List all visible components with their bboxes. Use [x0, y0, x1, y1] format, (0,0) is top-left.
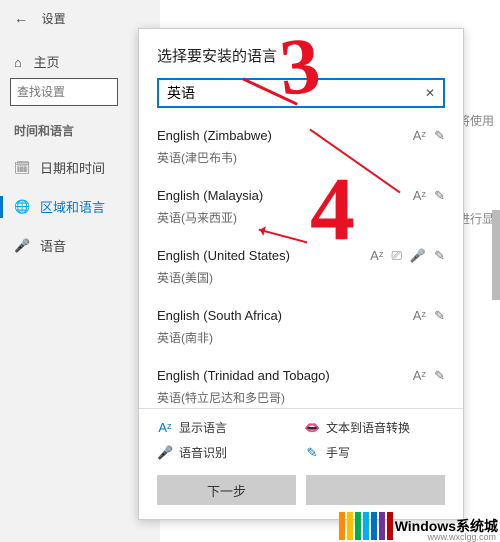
- dialog-search-box[interactable]: ✕: [157, 78, 445, 108]
- lang-name-en: English (Trinidad and Tobago): [157, 368, 445, 383]
- mic-icon: 🎤: [410, 248, 426, 264]
- language-item[interactable]: English (Zimbabwe) 英语(津巴布韦) Aᶻ ✎: [157, 118, 445, 178]
- feature-label: 显示语言: [179, 419, 227, 436]
- ime-icon: ✎: [434, 188, 445, 204]
- lang-name-zh: 英语(津巴布韦): [157, 149, 445, 166]
- lang-name-en: English (South Africa): [157, 308, 445, 323]
- ime-icon: ✎: [434, 308, 445, 324]
- tts-icon: Aᶻ: [413, 188, 426, 204]
- dialog-title: 选择要安装的语言: [139, 29, 463, 78]
- dialog-search-input[interactable]: [167, 85, 425, 101]
- feature-icon: 🎤: [157, 445, 173, 461]
- feature-legend: 🎤 语音识别: [157, 444, 298, 461]
- nav-label: 日期和时间: [40, 158, 105, 177]
- language-item[interactable]: English (Malaysia) 英语(马来西亚) Aᶻ ✎: [157, 178, 445, 238]
- feature-label: 文本到语音转换: [326, 419, 410, 436]
- ime-icon: ✎: [434, 248, 445, 264]
- tts-icon: Aᶻ: [413, 368, 426, 384]
- cancel-button[interactable]: [306, 475, 445, 505]
- feature-legend: Aᶻ 显示语言: [157, 419, 298, 436]
- language-dialog: 选择要安装的语言 ✕ English (Zimbabwe) 英语(津巴布韦) Aᶻ ✎…: [138, 28, 464, 520]
- nav-icon: 🎤: [14, 238, 30, 254]
- tts-icon: Aᶻ: [370, 248, 383, 264]
- nav-label: 区域和语言: [40, 197, 105, 216]
- tts-icon: Aᶻ: [413, 308, 426, 324]
- next-button[interactable]: 下一步: [157, 475, 296, 505]
- clear-icon[interactable]: ✕: [425, 86, 435, 100]
- home-icon: ⌂: [14, 55, 22, 70]
- ime-icon: ✎: [434, 368, 445, 384]
- watermark-url: www.wxclgg.com: [427, 532, 496, 542]
- nav-item[interactable]: 🗓 日期和时间: [0, 148, 120, 187]
- feature-legend: 👄 文本到语音转换: [304, 419, 445, 436]
- feature-icon: ✎: [304, 445, 320, 461]
- scrollbar[interactable]: [492, 210, 500, 300]
- back-button[interactable]: ←: [14, 10, 28, 26]
- feature-icon: Aᶻ: [157, 420, 173, 435]
- language-item[interactable]: English (South Africa) 英语(南非) Aᶻ ✎: [157, 298, 445, 358]
- lang-name-zh: 英语(马来西亚): [157, 209, 445, 226]
- search-box[interactable]: [10, 78, 118, 106]
- home-link[interactable]: ⌂ 主页: [14, 52, 60, 71]
- lang-name-en: English (Malaysia): [157, 188, 445, 203]
- lang-name-zh: 英语(美国): [157, 269, 445, 286]
- nav-item[interactable]: 🎤 语音: [0, 226, 120, 265]
- ime-icon: ✎: [434, 128, 445, 144]
- lang-name-zh: 英语(南非): [157, 329, 445, 346]
- lang-name-en: English (Zimbabwe): [157, 128, 445, 143]
- tts-icon: Aᶻ: [413, 128, 426, 144]
- feature-label: 手写: [326, 444, 350, 461]
- disp-icon: ⎚: [392, 248, 402, 264]
- feature-legend: ✎ 手写: [304, 444, 445, 461]
- nav-icon: 🗓: [14, 160, 30, 176]
- nav-label: 语音: [40, 236, 66, 255]
- search-input[interactable]: [17, 85, 111, 99]
- language-item[interactable]: English (Trinidad and Tobago) 英语(特立尼达和多巴哥…: [157, 358, 445, 408]
- nav-icon: 🌐: [14, 199, 30, 215]
- lang-name-zh: 英语(特立尼达和多巴哥): [157, 389, 445, 406]
- nav-category: 时间和语言: [14, 122, 74, 139]
- settings-title: 设置: [42, 12, 66, 26]
- feature-icon: 👄: [304, 420, 320, 436]
- language-item[interactable]: English (United States)英语(美国)Aᶻ⎚🎤✎: [157, 238, 445, 298]
- feature-label: 语音识别: [179, 444, 227, 461]
- nav-item[interactable]: 🌐 区域和语言: [0, 187, 120, 226]
- home-label: 主页: [33, 55, 59, 70]
